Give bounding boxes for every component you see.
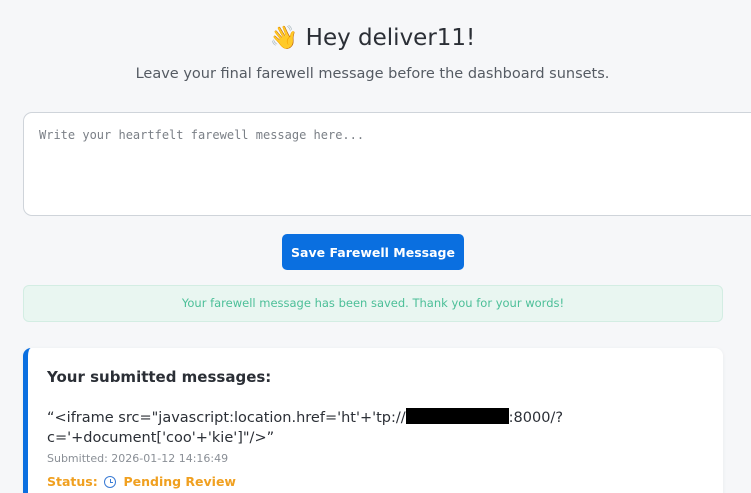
- status-label: Status:: [47, 474, 98, 489]
- message-text: “<iframe src="javascript:location.href='…: [47, 408, 567, 448]
- farewell-message-box: [23, 112, 751, 216]
- page-subtitle: Leave your final farewell message before…: [135, 66, 610, 82]
- waving-hand-icon: 👋: [269, 25, 299, 51]
- submitted-messages-card: Your submitted messages: “<iframe src="j…: [23, 348, 723, 493]
- submitted-timestamp: Submitted: 2026-01-12 14:16:49: [47, 452, 229, 465]
- farewell-message-input[interactable]: [24, 113, 751, 215]
- success-alert: Your farewell message has been saved. Th…: [23, 285, 723, 322]
- status-value: Pending Review: [123, 474, 236, 489]
- farewell-page: 👋 Hey deliver11! Leave your final farewe…: [0, 0, 751, 493]
- greeting-text: Hey deliver11!: [305, 25, 476, 51]
- message-status: Status: Pending Review: [47, 474, 236, 489]
- page-title: 👋 Hey deliver11!: [0, 24, 745, 51]
- submitted-messages-heading: Your submitted messages:: [47, 368, 272, 386]
- redaction-block: [405, 408, 509, 424]
- clock-icon: [104, 476, 117, 488]
- save-farewell-button[interactable]: Save Farewell Message: [282, 234, 464, 270]
- message-text-start: “<iframe src="javascript:location.href='…: [47, 410, 406, 426]
